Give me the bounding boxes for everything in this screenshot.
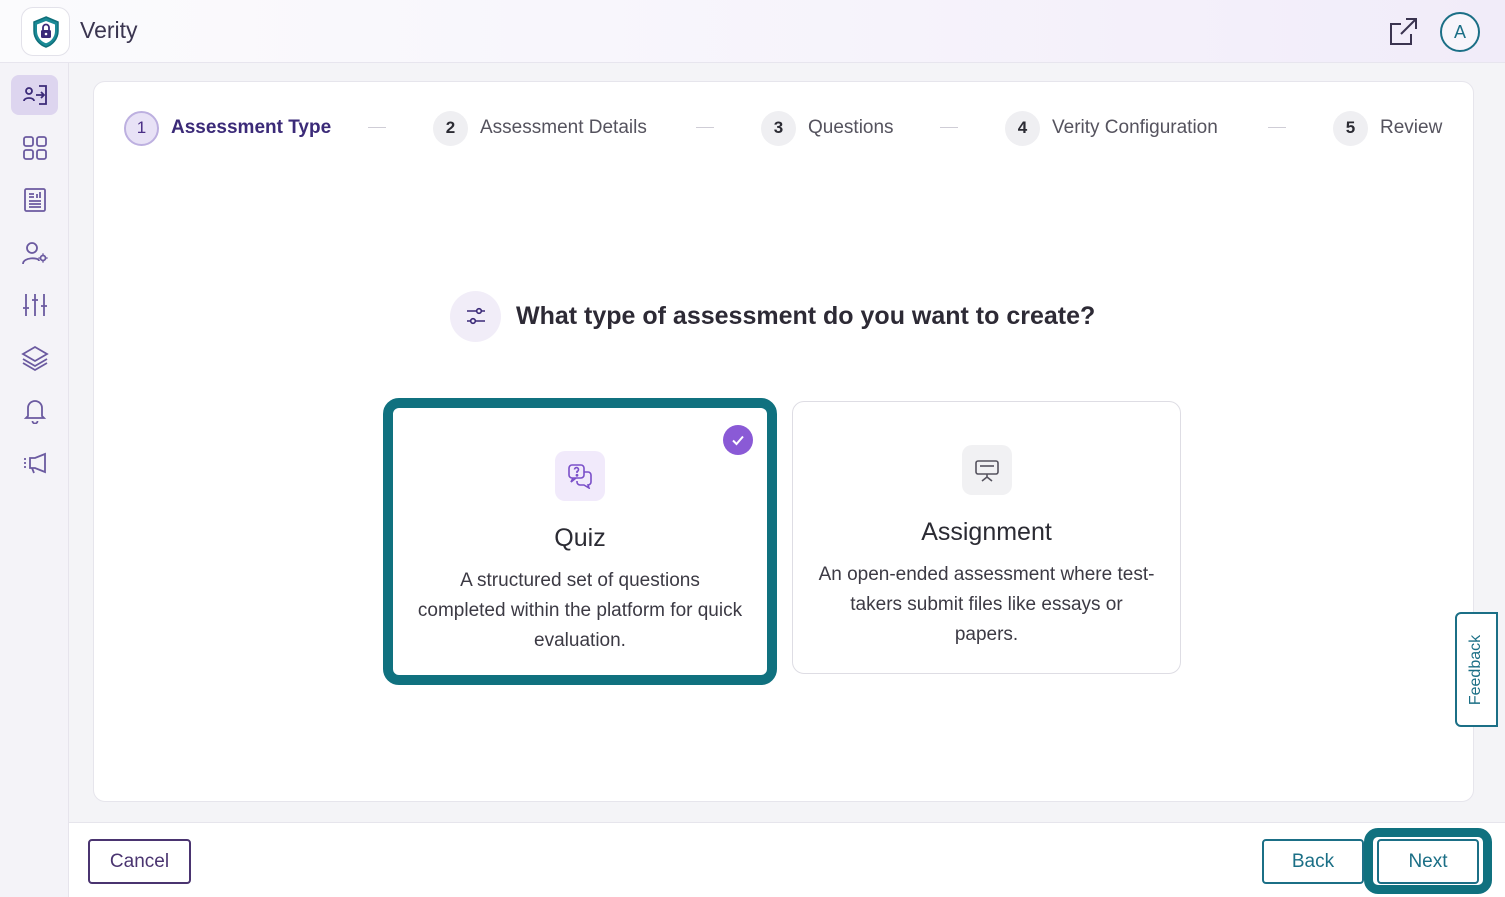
- sidebar-item-layers[interactable]: [11, 338, 58, 378]
- sliders-icon: [22, 294, 47, 316]
- cancel-button[interactable]: Cancel: [88, 839, 191, 884]
- wizard-footer: Cancel Back Next: [69, 822, 1505, 897]
- app-title: Verity: [80, 17, 138, 43]
- feedback-label: Feedback: [1467, 634, 1485, 705]
- question-title: What type of assessment do you want to c…: [516, 301, 1096, 330]
- question-filter-icon-wrap: [450, 290, 501, 342]
- shield-lock-icon: [32, 15, 59, 48]
- external-link-button[interactable]: [1386, 15, 1420, 49]
- wizard-card: 1 Assessment Type 2 Assessment Details 3…: [93, 81, 1474, 802]
- option-description: A structured set of questions completed …: [417, 570, 743, 651]
- filter-sliders-icon: [466, 307, 485, 325]
- app-logo[interactable]: [21, 7, 70, 56]
- step-separator: [1268, 127, 1286, 128]
- step-number: 1: [124, 110, 159, 146]
- option-title: Quiz: [554, 524, 606, 552]
- top-header: Verity A: [0, 0, 1505, 63]
- sidebar-item-user-settings[interactable]: [11, 233, 58, 273]
- quiz-chat-icon: [555, 451, 605, 501]
- grid-icon: [22, 136, 47, 160]
- megaphone-icon: [23, 452, 46, 474]
- step-verity-configuration[interactable]: 4 Verity Configuration: [1005, 110, 1218, 146]
- step-number: 2: [433, 110, 468, 146]
- sidebar: [0, 63, 69, 897]
- step-review[interactable]: 5 Review: [1333, 110, 1442, 146]
- sidebar-item-announcements[interactable]: [11, 443, 58, 483]
- question-heading-row: What type of assessment do you want to c…: [450, 290, 1095, 342]
- sidebar-item-configuration[interactable]: [11, 285, 58, 325]
- step-label: Review: [1380, 117, 1443, 138]
- presentation-board-icon: [961, 445, 1012, 495]
- option-description: An open-ended assessment where test-take…: [818, 564, 1155, 645]
- sidebar-item-notifications[interactable]: [11, 390, 58, 430]
- feedback-tab[interactable]: Feedback: [1455, 612, 1498, 727]
- user-settings-icon: [21, 242, 47, 265]
- bell-icon: [23, 400, 46, 424]
- step-separator: [368, 127, 386, 128]
- step-label: Questions: [808, 117, 894, 138]
- external-link-icon: [1390, 18, 1417, 45]
- step-label: Assessment Details: [480, 117, 647, 138]
- selected-check-icon: [723, 425, 753, 455]
- step-questions[interactable]: 3 Questions: [761, 110, 894, 146]
- step-separator: [940, 127, 958, 128]
- sidebar-item-reports[interactable]: [11, 180, 58, 220]
- sidebar-item-dashboard[interactable]: [11, 128, 58, 168]
- step-number: 3: [761, 110, 796, 146]
- step-assessment-details[interactable]: 2 Assessment Details: [433, 110, 647, 146]
- step-separator: [696, 127, 714, 128]
- option-title: Assignment: [921, 518, 1052, 546]
- layers-icon: [20, 345, 49, 372]
- step-assessment-type[interactable]: 1 Assessment Type: [124, 110, 331, 146]
- step-number: 5: [1333, 110, 1368, 146]
- step-number: 4: [1005, 110, 1040, 146]
- user-avatar[interactable]: A: [1440, 12, 1480, 52]
- option-quiz-card[interactable]: Quiz A structured set of questions compl…: [383, 398, 777, 685]
- sidebar-item-user-switch[interactable]: [11, 75, 58, 115]
- user-switch-icon: [22, 85, 47, 105]
- step-label: Verity Configuration: [1052, 117, 1218, 138]
- report-icon: [23, 188, 46, 212]
- next-button[interactable]: Next: [1377, 839, 1479, 884]
- back-button[interactable]: Back: [1262, 839, 1364, 884]
- step-label: Assessment Type: [171, 117, 332, 138]
- option-assignment-card[interactable]: Assignment An open-ended assessment wher…: [792, 401, 1181, 674]
